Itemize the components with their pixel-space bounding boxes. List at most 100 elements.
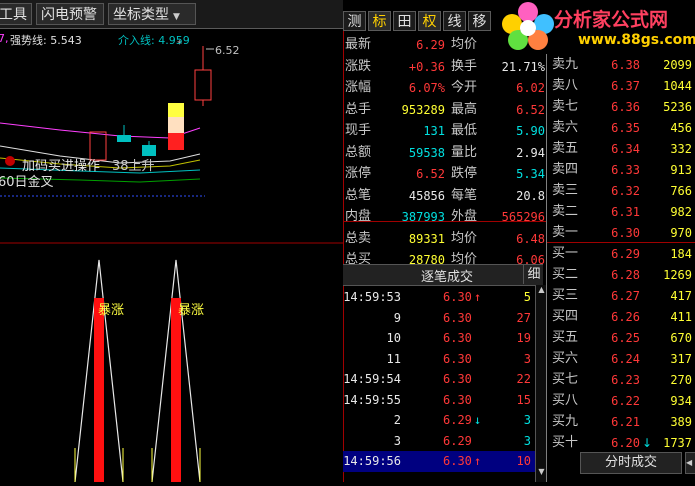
tick-row[interactable]: 14:59:53 6.30 ↑ 5 (343, 287, 535, 308)
scroll-up-icon[interactable]: ▲ (537, 285, 546, 295)
quote-divider (343, 221, 546, 222)
level-volume: 270 (670, 373, 692, 387)
ask-row[interactable]: 卖七 6.36 5236 (550, 97, 695, 117)
bid-row[interactable]: 买三 6.27 417 (550, 286, 695, 306)
tab-line[interactable]: 线 (443, 11, 466, 31)
quote-row: 总卖 89331 均价 6.48 (345, 228, 545, 250)
level-name: 卖七 (552, 99, 579, 114)
bid-row[interactable]: 买二 6.28 1269 (550, 265, 695, 285)
tick-row[interactable]: 2 6.29 ↓ 3 (343, 410, 535, 431)
tick-row[interactable]: 10 6.30 19 (343, 328, 535, 349)
lightning-alert-label: 闪电预警 (41, 7, 97, 23)
tick-row[interactable]: 14:59:55 6.30 15 (343, 390, 535, 411)
candle-highlight (168, 103, 184, 117)
tick-row[interactable]: 14:59:54 6.30 22 (343, 369, 535, 390)
level-price: 6.33 (611, 163, 640, 177)
legend-intervention-line: 介入线: 4.959 (118, 34, 190, 47)
level-volume: 766 (670, 184, 692, 198)
level-price: 6.32 (611, 184, 640, 198)
tab-measure[interactable]: 测 (343, 11, 366, 31)
level-name: 买九 (552, 414, 579, 429)
level-volume: 1044 (663, 79, 692, 93)
tick-price: 6.30 (443, 310, 472, 325)
burst-bar (94, 298, 104, 482)
tick-time: 3 (393, 433, 401, 448)
level-name: 卖五 (552, 141, 579, 156)
quote-label: 总卖 (345, 230, 372, 246)
ask-row[interactable]: 卖八 6.37 1044 (550, 76, 695, 96)
chart-area[interactable]: * 7, 强势线: 5.543 介入线: 4.959 6.52 加码买进操作 3… (0, 28, 343, 483)
quote-row: 涨停 6.52 跌停 5.34 (345, 163, 545, 185)
tab-grid[interactable]: 田 (393, 11, 416, 31)
tab-scroll-icon[interactable]: ◀ (685, 452, 695, 474)
level-name: 买一 (552, 246, 579, 261)
quote-value: 387993 (401, 210, 445, 224)
quote-row: 内盘 387993 外盘 565296 (345, 206, 545, 228)
scroll-down-icon[interactable]: ▼ (537, 467, 546, 477)
quote-label: 量比 (451, 144, 478, 160)
quote-label: 现手 (345, 123, 372, 138)
tick-row[interactable]: 9 6.30 27 (343, 308, 535, 329)
ask-row[interactable]: 卖五 6.34 332 (550, 139, 695, 159)
tools-menu[interactable]: 工具 (0, 3, 32, 25)
bid-row[interactable]: 买九 6.21 389 (550, 412, 695, 432)
ask-row[interactable]: 卖六 6.35 456 (550, 118, 695, 138)
tick-time: 14:59:56 (343, 454, 401, 468)
quote-value: 131 (423, 124, 445, 138)
quote-label: 最高 (451, 101, 478, 117)
high-price-label: 6.52 (215, 44, 240, 57)
level-price: 6.34 (611, 142, 640, 156)
tick-price: 6.30 (443, 372, 472, 386)
level-name: 卖八 (552, 78, 579, 93)
quote-value: 6.52 (416, 167, 445, 181)
quote-row: 总手 953289 最高 6.52 (345, 99, 545, 121)
detail-button[interactable]: 细 (523, 265, 544, 284)
signal-marker (5, 156, 15, 166)
quote-value: +0.36 (408, 59, 445, 74)
kline-chart: * (0, 39, 343, 483)
quote-row: 总笔 45856 每笔 20.8 (345, 185, 545, 207)
arrow-up-icon: ↑ (474, 290, 482, 304)
tab-mark[interactable]: 标 (368, 11, 391, 31)
quote-label: 每笔 (451, 187, 478, 203)
orderbook-mid-divider (547, 242, 695, 243)
level-name: 卖九 (552, 57, 579, 72)
ask-row[interactable]: 卖二 6.31 982 (550, 202, 695, 222)
tools-menu-label: 工具 (0, 7, 27, 23)
tab-move[interactable]: 移 (468, 11, 491, 31)
tick-time: 14:59:53 (343, 290, 401, 304)
ask-row[interactable]: 卖一 6.30 970 (550, 223, 695, 243)
ask-row[interactable]: 卖四 6.33 913 (550, 160, 695, 180)
bid-row[interactable]: 买一 6.29 184 (550, 244, 695, 264)
tick-row[interactable]: 3 6.29 3 (343, 431, 535, 452)
legend-strong-line: 强势线: 5.543 (10, 34, 82, 47)
quote-label: 涨跌 (345, 58, 372, 74)
tick-volume: 22 (516, 372, 531, 386)
quote-value: 6.29 (416, 38, 445, 52)
bid-row[interactable]: 买六 6.24 317 (550, 349, 695, 369)
ask-row[interactable]: 卖九 6.38 2099 (550, 55, 695, 75)
axis-type-dropdown[interactable]: 坐标类型 ▼ (108, 3, 196, 25)
level-volume: 1269 (663, 268, 692, 282)
level-name: 卖一 (552, 225, 579, 240)
level-price: 6.26 (611, 310, 640, 324)
tab-rights[interactable]: 权 (418, 11, 441, 31)
tick-row[interactable]: 14:59:56 6.30 ↑ 10 (343, 451, 535, 472)
bid-row[interactable]: 买四 6.26 411 (550, 307, 695, 327)
bid-row[interactable]: 买七 6.23 270 (550, 370, 695, 390)
quote-row: 最新 6.29 均价 (345, 34, 545, 56)
ask-row[interactable]: 卖三 6.32 766 (550, 181, 695, 201)
level-price: 6.36 (611, 100, 640, 114)
tab-timeshare-trades[interactable]: 分时成交 (580, 452, 682, 474)
bid-row[interactable]: 买十 6.20 1737 ↓ (550, 433, 695, 453)
level-price: 6.31 (611, 205, 640, 219)
level-name: 买五 (552, 330, 579, 345)
bid-row[interactable]: 买八 6.22 934 (550, 391, 695, 411)
bid-row[interactable]: 买五 6.25 670 (550, 328, 695, 348)
lightning-alert-menu[interactable]: 闪电预警 (36, 3, 104, 25)
tick-time: 10 (386, 331, 401, 345)
tick-row[interactable]: 11 6.30 3 (343, 349, 535, 370)
tick-volume: 3 (523, 351, 531, 366)
signal-text-rise: 38上升 (112, 159, 155, 174)
toolbar: 工具 闪电预警 坐标类型 ▼ (0, 0, 343, 29)
